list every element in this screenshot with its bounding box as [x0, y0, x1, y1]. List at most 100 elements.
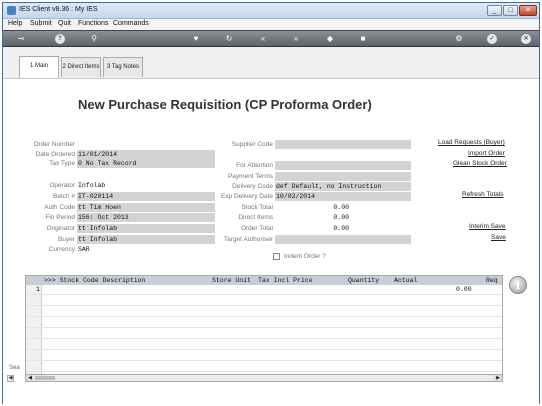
- menu-commands[interactable]: Commands: [113, 20, 149, 27]
- batch-label: Batch #: [52, 193, 75, 200]
- delivery-code-field[interactable]: def Default, no Instruction: [275, 182, 411, 191]
- table-row[interactable]: 1 0.00: [26, 285, 502, 295]
- order-total-label: Order Total: [240, 225, 273, 232]
- table-row[interactable]: [26, 307, 502, 317]
- indent-order-label: Indent Order ?: [284, 253, 326, 260]
- menu-submit[interactable]: Submit: [30, 20, 52, 27]
- save-link[interactable]: Save: [491, 234, 506, 241]
- buyer-field[interactable]: tt Infolab: [77, 235, 215, 244]
- order-total-field: 0.00: [275, 224, 411, 233]
- target-authoriser-label: Target Authoriser: [223, 236, 273, 243]
- col-stock-code-description[interactable]: >>> Stock Code Description: [44, 276, 145, 285]
- load-requests-link[interactable]: Load Requests (Buyer): [438, 139, 505, 146]
- scroll-left-icon[interactable]: ◀: [26, 375, 34, 381]
- tab-tag-notes[interactable]: 3 Tag Notes: [103, 57, 143, 77]
- minimize-button[interactable]: _: [487, 5, 502, 16]
- operator-label: Operator: [49, 182, 75, 189]
- import-order-link[interactable]: Import Order: [468, 150, 505, 157]
- refresh-icon[interactable]: ↻: [224, 34, 234, 44]
- main-content: New Purchase Requisition (CP Proforma Or…: [3, 79, 539, 405]
- table-row[interactable]: [26, 296, 502, 306]
- order-number-label: Order Number: [33, 141, 75, 148]
- direct-items-label: Direct Items: [238, 214, 273, 221]
- tax-type-field[interactable]: 0 No Tax Record: [77, 159, 215, 168]
- search-icon[interactable]: ⚲: [89, 34, 99, 44]
- originator-label: Originator: [46, 225, 75, 232]
- operator-field: Infolab: [77, 181, 215, 190]
- fast-forward-icon[interactable]: »: [291, 34, 301, 44]
- settings-icon[interactable]: ⚙: [454, 34, 464, 44]
- col-tax-incl-price[interactable]: Tax Incl Price: [258, 276, 313, 285]
- glean-stock-order-link[interactable]: Glean Stock Order: [453, 160, 507, 167]
- payment-terms-field[interactable]: [275, 172, 411, 181]
- table-row[interactable]: [26, 340, 502, 350]
- tab-direct-items[interactable]: 2 Direct Items: [61, 57, 101, 77]
- tax-type-label: Tax Type: [49, 160, 75, 167]
- currency-field: SAR: [77, 245, 215, 254]
- indent-order-checkbox[interactable]: [273, 253, 280, 260]
- title-bar: IES Client v8.36 : My IES _ □ ✕: [3, 3, 539, 19]
- col-quantity[interactable]: Quantity: [348, 276, 379, 285]
- target-authoriser-field[interactable]: [275, 235, 411, 244]
- for-attention-field[interactable]: [275, 161, 411, 170]
- toolbar: ⊸ ? ⚲ ♥ ↻ « » ◆ ■ ⚙ ✓ ✕: [3, 30, 539, 47]
- menu-quit[interactable]: Quit: [58, 20, 71, 27]
- date-ordered-field[interactable]: 11/01/2014: [77, 150, 215, 159]
- page-title: New Purchase Requisition (CP Proforma Or…: [78, 97, 372, 112]
- for-attention-label: For Attention: [236, 162, 273, 169]
- menu-help[interactable]: Help: [8, 20, 22, 27]
- fin-period-label: Fin Period: [45, 214, 75, 221]
- batch-field[interactable]: IT-020114: [77, 192, 215, 201]
- auth-code-label: Auth Code: [44, 204, 75, 211]
- close-window-button[interactable]: ✕: [519, 5, 537, 16]
- tab-strip: 1 Main 2 Direct Items 3 Tag Notes: [3, 47, 539, 79]
- interim-save-link[interactable]: Interim Save: [469, 223, 506, 230]
- auth-code-field[interactable]: tt Tim Hoen: [77, 203, 215, 212]
- table-row[interactable]: [26, 351, 502, 361]
- payment-terms-label: Payment Terms: [227, 173, 273, 180]
- horizontal-scrollbar[interactable]: ◀ ▶: [25, 374, 503, 382]
- supplier-code-field[interactable]: [275, 140, 411, 149]
- key-icon[interactable]: ⊸: [11, 34, 31, 44]
- side-panel-label: Sea: [9, 365, 20, 371]
- scroll-right-icon[interactable]: ▶: [494, 375, 502, 381]
- col-store-unit[interactable]: Store Unit: [212, 276, 251, 285]
- col-actual[interactable]: Actual: [394, 276, 417, 285]
- row-number: 1: [36, 286, 40, 293]
- check-icon[interactable]: ✓: [487, 34, 497, 44]
- heart-icon[interactable]: ♥: [191, 34, 201, 44]
- maximize-button[interactable]: □: [503, 5, 518, 16]
- scroll-thumb[interactable]: [35, 376, 55, 380]
- stop-icon[interactable]: ◆: [325, 34, 335, 44]
- buyer-label: Buyer: [58, 236, 75, 243]
- table-row[interactable]: [26, 318, 502, 328]
- currency-label: Currency: [48, 246, 75, 253]
- window-title: IES Client v8.36 : My IES: [19, 6, 98, 13]
- table-row[interactable]: [26, 362, 502, 372]
- close-icon[interactable]: ✕: [521, 34, 531, 44]
- grid-header: >>> Stock Code Description Store Unit Ta…: [26, 276, 502, 285]
- info-icon[interactable]: i: [509, 276, 527, 294]
- direct-items-field: 0.00: [275, 213, 411, 222]
- square-icon[interactable]: ■: [358, 34, 368, 44]
- app-icon: [7, 6, 16, 15]
- refresh-totals-link[interactable]: Refresh Totals: [462, 191, 503, 198]
- date-ordered-label: Date Ordered: [35, 151, 75, 158]
- supplier-code-label: Supplier Code: [231, 141, 273, 148]
- originator-field[interactable]: tt Infolab: [77, 224, 215, 233]
- col-req[interactable]: Req: [486, 276, 498, 285]
- exp-delivery-date-label: Exp Delivery Date: [220, 193, 273, 200]
- menu-functions[interactable]: Functions: [78, 20, 108, 27]
- exp-delivery-date-field[interactable]: 10/02/2014: [275, 192, 411, 201]
- delivery-code-label: Delivery Code: [232, 183, 273, 190]
- tab-main[interactable]: 1 Main: [19, 56, 59, 78]
- items-grid: >>> Stock Code Description Store Unit Ta…: [25, 275, 503, 375]
- rewind-icon[interactable]: «: [258, 34, 268, 44]
- help-icon[interactable]: ?: [55, 34, 65, 44]
- fin-period-field[interactable]: 156: Oct 2013: [77, 213, 215, 222]
- stock-total-label: Stock Total: [241, 204, 273, 211]
- table-row[interactable]: [26, 329, 502, 339]
- row-value: 0.00: [456, 286, 472, 293]
- side-scroll-left-icon[interactable]: ◀: [7, 375, 14, 382]
- order-number-field[interactable]: [77, 140, 215, 149]
